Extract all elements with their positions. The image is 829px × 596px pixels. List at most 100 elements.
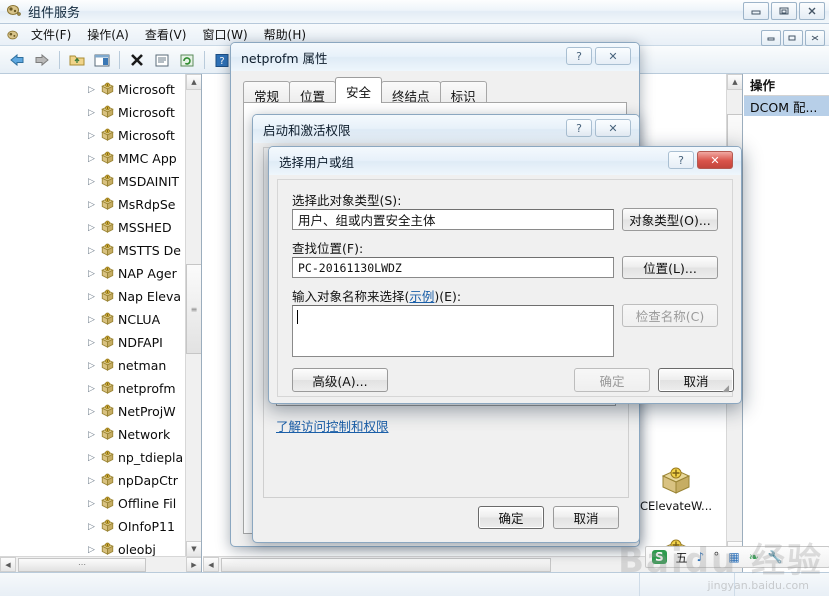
permissions-help-button[interactable]: ? — [566, 119, 592, 137]
properties-tabstrip[interactable]: 常规 位置 安全 终结点 标识 — [243, 77, 487, 104]
tree-item[interactable]: ▷ Microsoft — [0, 101, 186, 124]
expand-twisty-icon[interactable]: ▷ — [88, 384, 100, 394]
expand-twisty-icon[interactable]: ▷ — [88, 85, 100, 95]
tree-scroll-up-button[interactable]: ▲ — [186, 74, 201, 90]
expand-twisty-icon[interactable]: ▷ — [88, 246, 100, 256]
forward-arrow-icon[interactable] — [31, 49, 53, 71]
expand-twisty-icon[interactable]: ▷ — [88, 522, 100, 532]
properties-close-button[interactable]: ✕ — [595, 47, 631, 65]
tree-item[interactable]: ▷ NetProjW — [0, 400, 186, 423]
location-button[interactable]: 位置(L)... — [622, 256, 718, 279]
mdi-minimize-button[interactable] — [761, 30, 781, 46]
expand-twisty-icon[interactable]: ▷ — [88, 315, 100, 325]
examples-link[interactable]: 示例 — [409, 289, 434, 304]
object-type-button[interactable]: 对象类型(O)... — [622, 208, 718, 231]
advanced-button[interactable]: 高级(A)... — [292, 368, 388, 392]
mdi-restore-button[interactable] — [783, 30, 803, 46]
tree-item[interactable]: ▷ Microsoft — [0, 78, 186, 101]
properties-icon[interactable] — [151, 49, 173, 71]
expand-twisty-icon[interactable]: ▷ — [88, 108, 100, 118]
expand-twisty-icon[interactable]: ▷ — [88, 430, 100, 440]
expand-twisty-icon[interactable]: ▷ — [88, 361, 100, 371]
object-names-input[interactable] — [292, 305, 614, 357]
tree-item[interactable]: ▷ Microsoft — [0, 124, 186, 147]
mdi-close-button[interactable] — [805, 30, 825, 46]
expand-twisty-icon[interactable]: ▷ — [88, 499, 100, 509]
expand-twisty-icon[interactable]: ▷ — [88, 200, 100, 210]
resize-grip-icon[interactable]: ◢ — [722, 384, 729, 394]
expand-twisty-icon[interactable]: ▷ — [88, 131, 100, 141]
tree-item[interactable]: ▷ npDapCtr — [0, 469, 186, 492]
tree-list[interactable]: ▷ Microsoft ▷ Microsoft ▷ Microsoft ▷ MMC App ▷ M… — [0, 78, 186, 572]
expand-twisty-icon[interactable]: ▷ — [88, 545, 100, 555]
list-hscroll-left-button[interactable]: ◀ — [203, 557, 219, 572]
punctuation-icon[interactable]: ° — [713, 550, 719, 564]
close-button[interactable] — [799, 2, 825, 20]
list-hscroll-thumb[interactable] — [221, 557, 551, 572]
tree-horizontal-scrollbar[interactable]: ◀ ⋯ ▶ — [0, 556, 201, 572]
expand-twisty-icon[interactable]: ▷ — [88, 154, 100, 164]
expand-twisty-icon[interactable]: ▷ — [88, 292, 100, 302]
tree-hscroll-right-button[interactable]: ▶ — [186, 557, 201, 572]
learn-access-control-link[interactable]: 了解访问控制和权限 — [276, 416, 389, 435]
permissions-close-button[interactable]: ✕ — [595, 119, 631, 137]
permissions-ok-button[interactable]: 确定 — [478, 506, 544, 529]
back-arrow-icon[interactable] — [6, 49, 28, 71]
tree-item[interactable]: ▷ np_tdiepla — [0, 446, 186, 469]
properties-tab[interactable]: 安全 — [335, 77, 383, 103]
expand-twisty-icon[interactable]: ▷ — [88, 223, 100, 233]
check-names-button[interactable]: 检查名称(C) — [622, 304, 718, 327]
maximize-button[interactable] — [771, 2, 797, 20]
sogou-ime-toolbar[interactable]: S 五 ♪ ° ▦ ❧ 🔧 — [645, 546, 829, 568]
properties-tab[interactable]: 常规 — [243, 81, 291, 104]
properties-help-button[interactable]: ? — [566, 47, 592, 65]
expand-twisty-icon[interactable]: ▷ — [88, 407, 100, 417]
moon-icon[interactable]: ♪ — [697, 550, 705, 564]
select-help-button[interactable]: ? — [668, 151, 694, 169]
tree-scroll-down-button[interactable]: ▼ — [186, 541, 201, 557]
expand-twisty-icon[interactable]: ▷ — [88, 338, 100, 348]
tree-item[interactable]: ▷ Network — [0, 423, 186, 446]
select-users-or-groups-dialog[interactable]: 选择用户或组 ? ✕ 选择此对象类型(S): 用户、组或内置安全主体 对象类型(… — [268, 146, 742, 404]
tree-item[interactable]: ▷ MMC App — [0, 147, 186, 170]
tree-vertical-scrollbar[interactable]: ▲ ≡ ▼ — [185, 74, 201, 557]
console-tree-pane[interactable]: ▷ Microsoft ▷ Microsoft ▷ Microsoft ▷ MMC App ▷ M… — [0, 74, 202, 572]
tree-item[interactable]: ▷ NDFAPI — [0, 331, 186, 354]
wrench-icon[interactable]: 🔧 — [768, 550, 783, 564]
list-item[interactable]: CElevateW... — [633, 464, 719, 513]
menu-action[interactable]: 操作(A) — [80, 24, 136, 45]
tree-item[interactable]: ▷ MSSHED — [0, 216, 186, 239]
tree-item[interactable]: ▷ OInfoP11 — [0, 515, 186, 538]
select-ok-button[interactable]: 确定 — [574, 368, 650, 392]
keyboard-icon[interactable]: ▦ — [728, 550, 739, 564]
show-hide-tree-icon[interactable] — [91, 49, 113, 71]
select-close-button[interactable]: ✕ — [697, 151, 733, 169]
up-folder-icon[interactable] — [66, 49, 88, 71]
minimize-button[interactable] — [743, 2, 769, 20]
expand-twisty-icon[interactable]: ▷ — [88, 453, 100, 463]
tree-item[interactable]: ▷ Offline Fil — [0, 492, 186, 515]
tree-hscroll-left-button[interactable]: ◀ — [0, 557, 16, 572]
expand-twisty-icon[interactable]: ▷ — [88, 476, 100, 486]
input-mode-icon[interactable]: 五 — [676, 549, 688, 566]
tree-item[interactable]: ▷ NAP Ager — [0, 262, 186, 285]
sogou-logo-icon[interactable]: S — [652, 550, 667, 564]
list-scroll-up-button[interactable]: ▲ — [727, 74, 742, 90]
tree-item[interactable]: ▷ NCLUA — [0, 308, 186, 331]
actions-item-dcom-config[interactable]: DCOM 配... — [744, 96, 829, 116]
tree-item[interactable]: ▷ MsRdpSe — [0, 193, 186, 216]
tree-item[interactable]: ▷ MSDAINIT — [0, 170, 186, 193]
tree-item[interactable]: ▷ Nap Eleva — [0, 285, 186, 308]
properties-tab[interactable]: 位置 — [289, 81, 337, 104]
delete-x-icon[interactable] — [126, 49, 148, 71]
properties-tab[interactable]: 终结点 — [381, 81, 441, 104]
permissions-cancel-button[interactable]: 取消 — [553, 506, 619, 529]
user-icon[interactable]: ❧ — [749, 550, 759, 564]
menu-view[interactable]: 查看(V) — [138, 24, 194, 45]
tree-scroll-thumb[interactable]: ≡ — [186, 264, 201, 354]
tree-item[interactable]: ▷ netman — [0, 354, 186, 377]
refresh-icon[interactable] — [176, 49, 198, 71]
expand-twisty-icon[interactable]: ▷ — [88, 177, 100, 187]
expand-twisty-icon[interactable]: ▷ — [88, 269, 100, 279]
tree-hscroll-thumb[interactable]: ⋯ — [18, 557, 146, 572]
